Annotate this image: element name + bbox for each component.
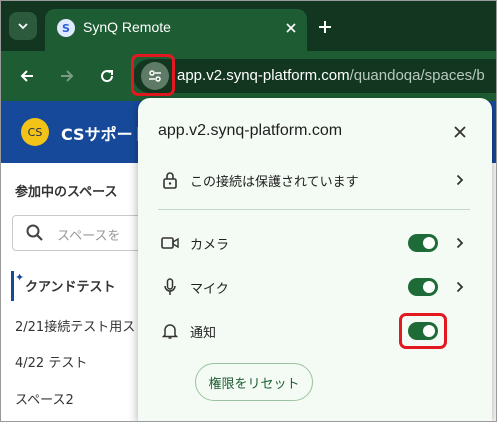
close-icon	[286, 23, 296, 33]
toggle-knob	[423, 281, 435, 293]
back-button[interactable]	[15, 64, 39, 88]
toggle-knob	[423, 237, 435, 249]
plus-icon	[319, 21, 331, 33]
screenshot-frame: S SynQ Remote app.v2.synq-platform.com/q…	[0, 0, 497, 422]
notifications-label: 通知	[190, 326, 217, 341]
camera-label: カメラ	[190, 238, 230, 253]
forward-button[interactable]	[55, 64, 79, 88]
site-info-highlight	[131, 54, 175, 96]
close-icon	[454, 126, 466, 138]
camera-icon	[160, 233, 180, 253]
divider	[158, 209, 470, 210]
tab-bar: S SynQ Remote	[1, 1, 496, 51]
browser-toolbar: app.v2.synq-platform.com/quandoqa/spaces…	[1, 51, 496, 101]
new-tab-button[interactable]	[313, 15, 337, 39]
url-path: /quandoqa/spaces/b	[349, 67, 485, 84]
active-tab[interactable]: S SynQ Remote	[45, 9, 307, 51]
address-bar[interactable]: app.v2.synq-platform.com/quandoqa/spaces…	[133, 59, 496, 93]
sidebar: 参加中のスペース スペースを ✦ クアンドテスト 2/21接続テスト用ス 4/2…	[1, 163, 162, 421]
site-info-popup: app.v2.synq-platform.com この接続は保護されています カ…	[138, 98, 492, 421]
favicon-letter: S	[62, 21, 70, 35]
active-item-indicator	[11, 271, 14, 301]
workspace-title: CSサポート	[61, 125, 149, 144]
search-icon	[26, 224, 43, 241]
avatar[interactable]: CS	[21, 118, 49, 146]
camera-toggle[interactable]	[408, 234, 438, 252]
url-text: app.v2.synq-platform.com/quandoqa/spaces…	[177, 67, 485, 84]
arrow-left-icon	[20, 70, 33, 82]
sidebar-item[interactable]: スペース2	[15, 389, 74, 408]
mic-label: マイク	[190, 282, 229, 297]
tab-close-button[interactable]	[281, 18, 301, 38]
favicon-icon: S	[57, 19, 75, 37]
microphone-icon	[160, 277, 180, 297]
reload-button[interactable]	[95, 64, 119, 88]
chevron-down-icon	[18, 23, 28, 30]
mic-toggle[interactable]	[408, 278, 438, 296]
sidebar-item[interactable]: 2/21接続テスト用ス	[15, 316, 135, 335]
tab-search-button[interactable]	[9, 12, 37, 40]
bell-icon	[160, 321, 180, 341]
pin-icon: ✦	[15, 271, 25, 284]
chevron-right-icon	[452, 171, 468, 189]
search-placeholder: スペースを	[57, 229, 121, 244]
chevron-right-icon	[452, 234, 468, 252]
reload-icon	[101, 70, 114, 83]
camera-permission-row[interactable]: カメラ	[138, 221, 492, 265]
popup-title: app.v2.synq-platform.com	[158, 122, 343, 139]
tab-title: SynQ Remote	[83, 19, 171, 35]
sidebar-heading: 参加中のスペース	[15, 185, 118, 200]
connection-label: この接続は保護されています	[190, 175, 359, 190]
sidebar-item-pinned[interactable]: クアンドテスト	[25, 276, 115, 295]
mic-permission-row[interactable]: マイク	[138, 265, 492, 309]
notifications-toggle-highlight	[399, 313, 447, 349]
lock-icon	[160, 170, 180, 190]
sidebar-item[interactable]: 4/22 テスト	[15, 352, 87, 371]
arrow-right-icon	[61, 70, 74, 82]
connection-security-row[interactable]: この接続は保護されています	[138, 158, 492, 202]
url-host: app.v2.synq-platform.com	[177, 67, 350, 84]
popup-close-button[interactable]	[450, 122, 470, 142]
chevron-right-icon	[452, 278, 468, 296]
reset-permissions-button[interactable]: 権限をリセット	[195, 363, 313, 401]
